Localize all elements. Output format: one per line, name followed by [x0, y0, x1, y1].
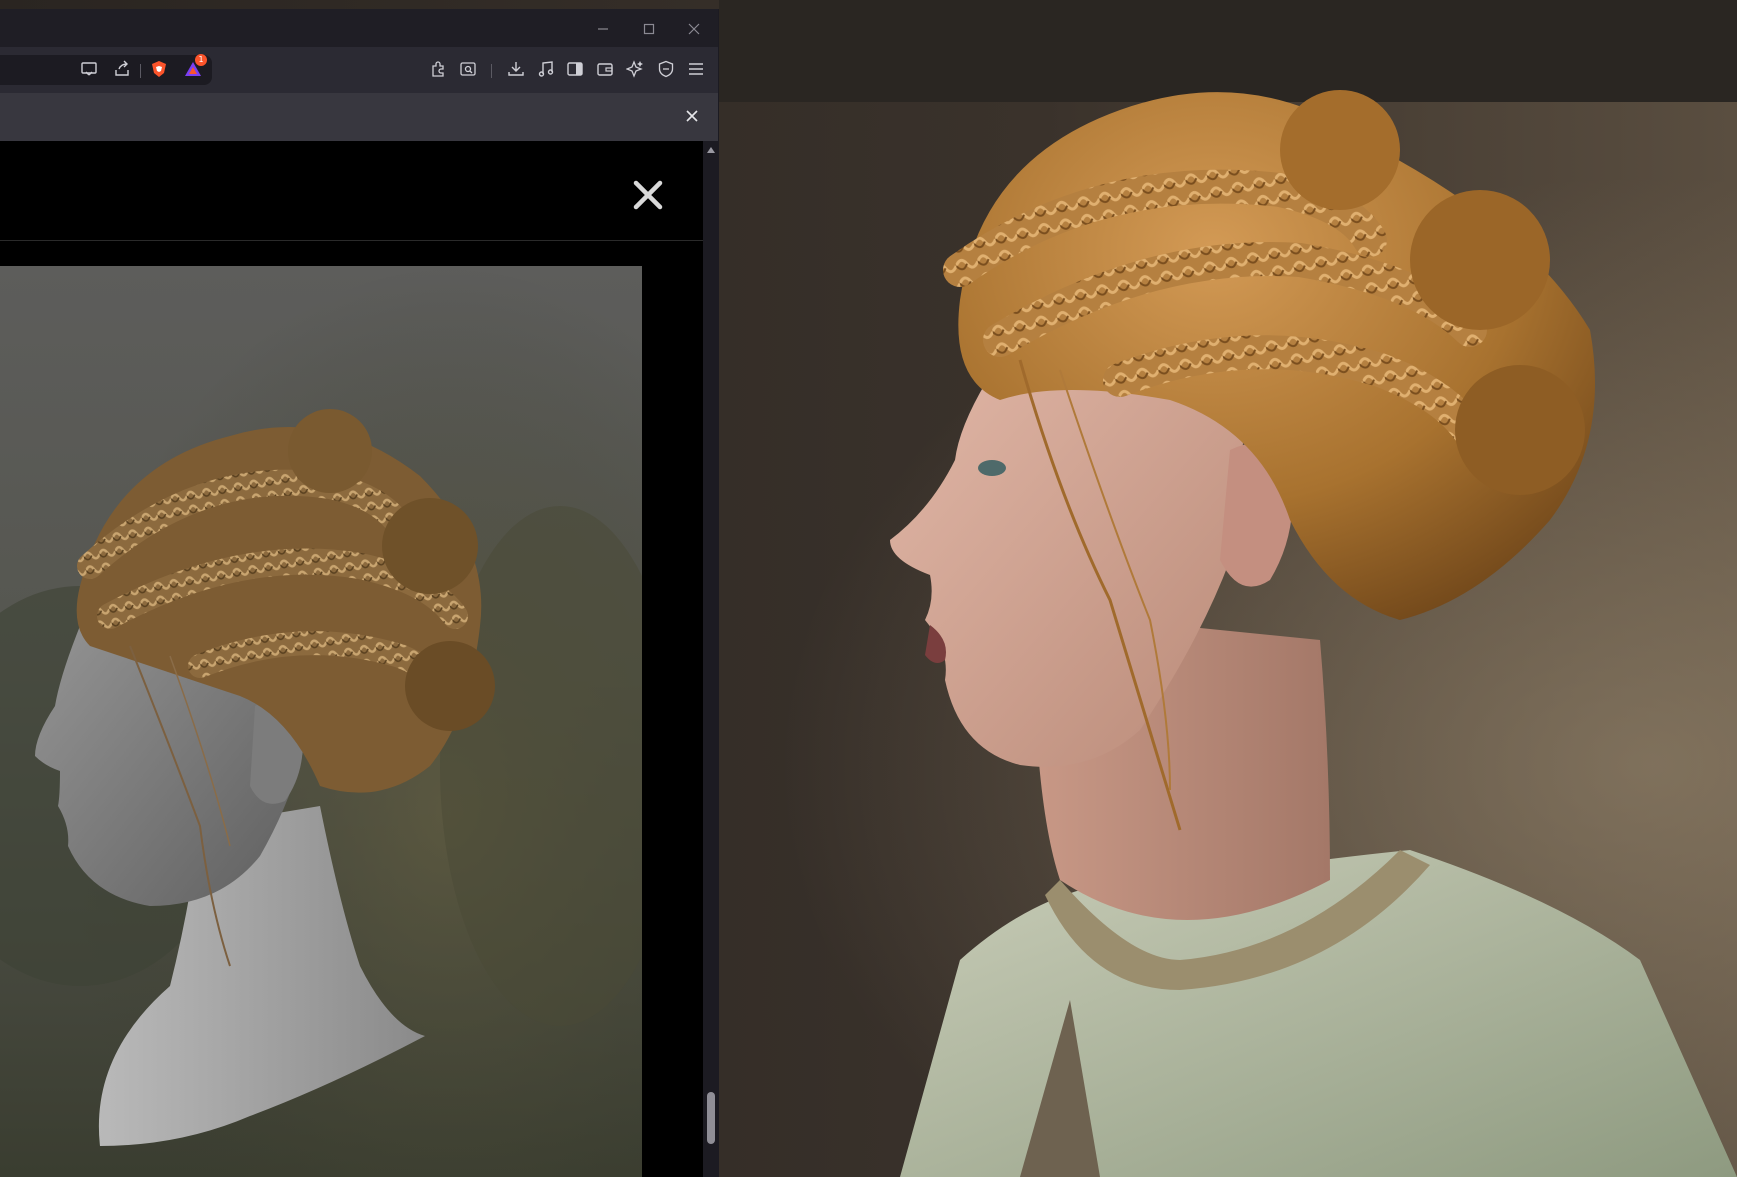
share-icon: [113, 60, 131, 82]
close-window-button[interactable]: [683, 18, 705, 40]
minimize-button[interactable]: [592, 18, 614, 40]
scroll-up-arrow-icon[interactable]: [707, 147, 715, 153]
wallet-icon: [596, 60, 614, 82]
page-scrollbar[interactable]: [703, 141, 718, 1177]
page-content: [0, 141, 703, 1177]
vpn-button[interactable]: [655, 60, 677, 82]
title-bar[interactable]: [0, 9, 718, 47]
address-bar[interactable]: [0, 55, 212, 85]
menu-icon: [687, 60, 705, 82]
close-icon: [686, 107, 698, 126]
desktop: 1: [0, 0, 1737, 1177]
rewards-badge: 1: [195, 54, 207, 66]
cast-icon: [80, 60, 98, 82]
leo-ai-icon: [625, 60, 644, 82]
downloads-button[interactable]: [505, 60, 527, 82]
media-button[interactable]: [535, 60, 557, 82]
sidebar-button[interactable]: [564, 60, 586, 82]
media-icon: [537, 60, 555, 82]
minimize-icon: [597, 20, 609, 39]
vpn-icon: [657, 60, 675, 82]
lightbox-close-button[interactable]: [628, 177, 668, 217]
maximize-button[interactable]: [638, 18, 660, 40]
brave-shield-icon: [150, 60, 168, 82]
browser-window: 1: [0, 9, 719, 1177]
toolbar-separator: [140, 64, 141, 78]
maximize-icon: [643, 20, 655, 39]
wallet-button[interactable]: [594, 60, 616, 82]
extensions-icon: [429, 60, 447, 82]
leo-ai-button[interactable]: [624, 60, 646, 82]
cast-button[interactable]: [78, 60, 100, 82]
brave-shields-button[interactable]: [148, 60, 170, 82]
main-menu-button[interactable]: [685, 60, 707, 82]
toolbar-separator: [491, 64, 492, 78]
extensions-button[interactable]: [427, 60, 449, 82]
close-icon: [688, 20, 700, 39]
hair-render-image: [0, 266, 642, 1177]
tab-search-icon: [459, 60, 477, 82]
lightbox-header: [0, 141, 703, 241]
brave-rewards-button[interactable]: 1: [182, 54, 207, 82]
sidebar-icon: [566, 60, 584, 82]
close-icon: [633, 180, 663, 214]
download-icon: [507, 60, 525, 82]
notification-close-button[interactable]: [681, 105, 703, 127]
tab-search-button[interactable]: [457, 60, 479, 82]
share-button[interactable]: [111, 60, 133, 82]
scrollbar-thumb[interactable]: [707, 1092, 715, 1144]
browser-toolbar: 1: [0, 47, 718, 93]
notification-bar: [0, 93, 718, 141]
